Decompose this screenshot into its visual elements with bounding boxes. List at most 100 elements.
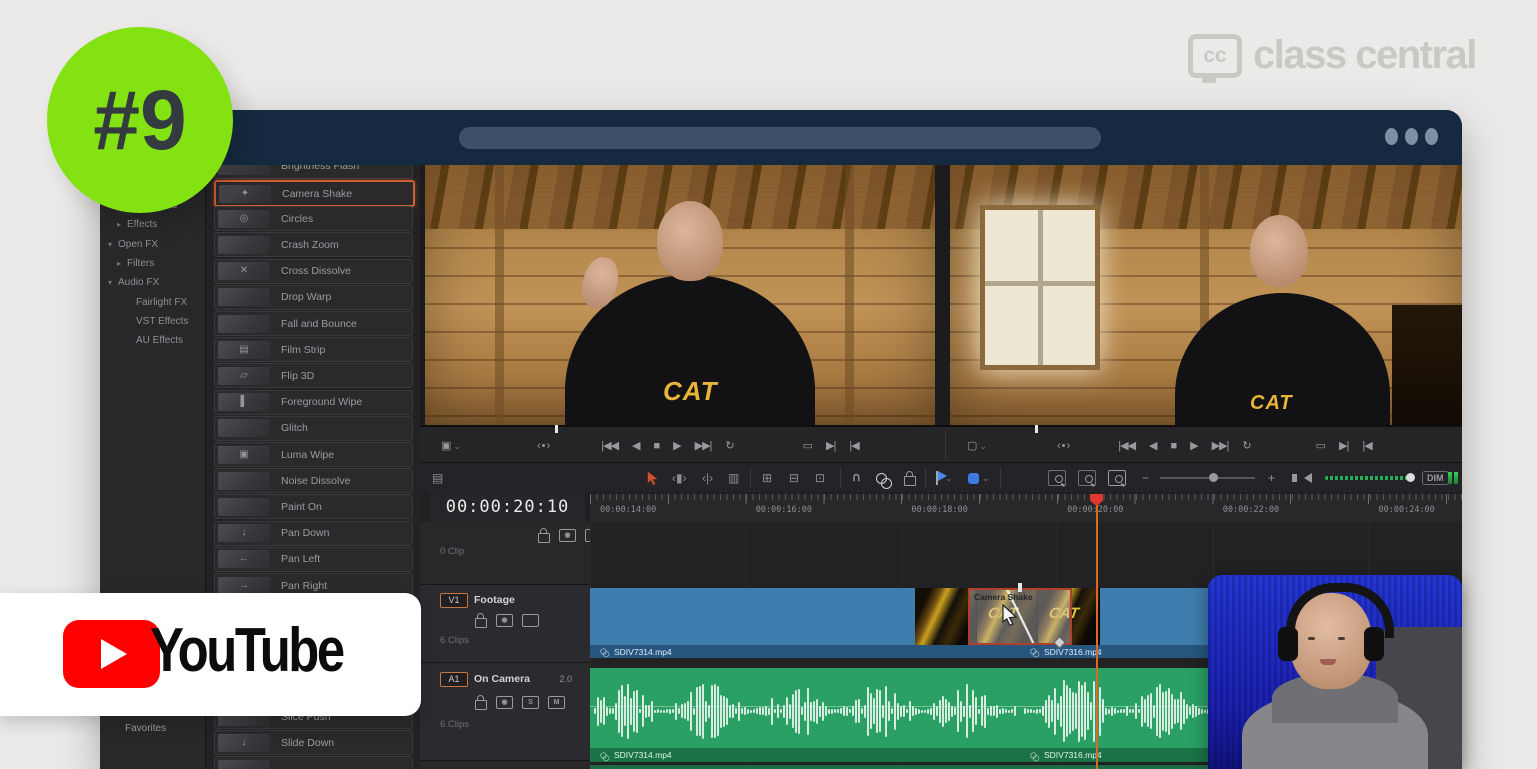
- step-back-button[interactable]: ◀: [1149, 439, 1156, 452]
- skip-end-button[interactable]: ▶▶|: [695, 439, 712, 452]
- zoom-detail-icon[interactable]: [1078, 463, 1104, 493]
- window-dot-icon[interactable]: [1425, 128, 1438, 145]
- track-enable-icon[interactable]: [522, 614, 539, 627]
- track-badge-v1[interactable]: V1: [440, 593, 468, 608]
- chevron-right-icon[interactable]: ▸: [117, 259, 127, 268]
- fx-item-noise-dissolve[interactable]: Noise Dissolve: [214, 468, 413, 493]
- track-header-v1[interactable]: V1 Footage ◉ 6 Clips: [420, 585, 590, 663]
- chevron-down-icon[interactable]: ▾: [108, 240, 118, 249]
- fx-item-fall-and-bounce[interactable]: Fall and Bounce: [214, 311, 413, 336]
- track-name[interactable]: On Camera: [474, 673, 530, 685]
- insert-clip-icon[interactable]: ⊞: [762, 463, 772, 493]
- play-button[interactable]: ▶: [673, 439, 680, 452]
- goto-last-button[interactable]: ▶|: [1339, 439, 1348, 452]
- window-dot-icon[interactable]: [1405, 128, 1418, 145]
- fx-item-cross-dissolve[interactable]: ✕Cross Dissolve: [214, 259, 413, 284]
- track-header-a1[interactable]: A1 On Camera 2.0 ◉ S M 6 Clips: [420, 663, 590, 761]
- chevron-down-icon[interactable]: ▾: [108, 278, 118, 287]
- stop-button[interactable]: ■: [654, 440, 660, 452]
- goto-first-button[interactable]: |◀: [849, 439, 858, 452]
- lock-icon[interactable]: [475, 700, 487, 710]
- loop-button[interactable]: ↻: [1242, 439, 1250, 452]
- flag-icon[interactable]: ⌄: [936, 463, 953, 493]
- fx-item-pan-down[interactable]: ↓Pan Down: [214, 521, 413, 546]
- auto-select-icon[interactable]: ◉: [559, 529, 576, 542]
- address-bar[interactable]: [459, 127, 1101, 149]
- in-out-range-button[interactable]: ▭: [1316, 439, 1325, 452]
- jog-control[interactable]: ‹ • ›: [1057, 440, 1069, 452]
- skip-start-button[interactable]: |◀◀: [601, 439, 618, 452]
- lock-icon[interactable]: [475, 618, 487, 628]
- tree-item-fairlight-fx[interactable]: Fairlight FX: [108, 292, 205, 311]
- track-name[interactable]: Footage: [474, 594, 515, 606]
- jog-control[interactable]: ‹ • ›: [537, 440, 549, 452]
- fx-item-glitch[interactable]: Glitch: [214, 416, 413, 441]
- auto-select-icon[interactable]: ◉: [496, 696, 513, 709]
- timeline-view-options-icon[interactable]: ▤: [432, 463, 443, 493]
- razor-edit-mode-icon[interactable]: ▥: [728, 463, 739, 493]
- trim-handle[interactable]: [1018, 583, 1022, 592]
- position-lock-icon[interactable]: [904, 463, 916, 493]
- goto-last-button[interactable]: ▶|: [826, 439, 835, 452]
- audio-clip-1[interactable]: SDIV7314.mp4: [590, 668, 1021, 762]
- tree-item-audio-fx[interactable]: ▾Audio FX: [108, 273, 205, 292]
- zoom-slider[interactable]: [1160, 463, 1255, 493]
- viewer-mode-icon[interactable]: ▢⌄: [967, 439, 986, 452]
- timeline-ruler[interactable]: 00:00:14:0000:00:16:0000:00:18:0000:00:2…: [590, 494, 1462, 523]
- tree-item-open-fx[interactable]: ▾Open FX: [108, 235, 205, 254]
- window-dot-icon[interactable]: [1385, 128, 1398, 145]
- marker-icon[interactable]: ⌄: [968, 463, 990, 493]
- overwrite-clip-icon[interactable]: ⊟: [789, 463, 799, 493]
- fx-item-drop-warp[interactable]: Drop Warp: [214, 285, 413, 310]
- lock-icon[interactable]: [538, 533, 550, 543]
- zoom-full-extent-icon[interactable]: [1048, 463, 1074, 493]
- trim-edit-mode-icon[interactable]: ‹▮›: [672, 463, 687, 493]
- playhead-line[interactable]: [1096, 494, 1098, 769]
- fx-item-paint-on[interactable]: Paint On: [214, 494, 413, 519]
- audio-volume-slider[interactable]: [1325, 463, 1413, 493]
- dim-audio-button[interactable]: DIM: [1422, 463, 1449, 493]
- in-out-range-button[interactable]: ▭: [803, 439, 812, 452]
- step-back-button[interactable]: ◀: [632, 439, 639, 452]
- selection-mode-icon[interactable]: [645, 463, 660, 493]
- fx-item-foreground-wipe[interactable]: ▌Foreground Wipe: [214, 390, 413, 415]
- zoom-custom-icon[interactable]: [1108, 463, 1134, 493]
- transition-camera-shake[interactable]: Camera Shake: [968, 588, 1072, 645]
- fx-item-slide-down[interactable]: ↓Slide Down: [214, 730, 413, 755]
- track-header-empty[interactable]: ◉ 0 Clip: [420, 522, 590, 585]
- zoom-in-button[interactable]: +: [1268, 463, 1275, 493]
- fx-item-luma-wipe[interactable]: ▣Luma Wipe: [214, 442, 413, 467]
- fx-item-circles[interactable]: ◎Circles: [214, 206, 413, 231]
- fx-item-brightness-flash[interactable]: Brightness Flash: [214, 165, 413, 179]
- mute-button[interactable]: M: [548, 696, 565, 709]
- tree-item-filters[interactable]: ▸Filters: [108, 254, 205, 273]
- audio-speaker-icon[interactable]: [1304, 463, 1312, 493]
- loop-button[interactable]: ↻: [725, 439, 733, 452]
- replace-clip-icon[interactable]: ⊡: [815, 463, 825, 493]
- fx-item-camera-shake[interactable]: ✦Camera Shake: [214, 180, 415, 207]
- skip-start-button[interactable]: |◀◀: [1118, 439, 1135, 452]
- tree-item-au-effects[interactable]: AU Effects: [108, 331, 205, 350]
- fx-item-pan-left[interactable]: ←Pan Left: [214, 547, 413, 572]
- track-badge-a1[interactable]: A1: [440, 672, 468, 687]
- play-button[interactable]: ▶: [1190, 439, 1197, 452]
- fx-item-crash-zoom[interactable]: Crash Zoom: [214, 232, 413, 257]
- zoom-out-button[interactable]: −: [1142, 463, 1149, 493]
- linked-selection-icon[interactable]: [876, 463, 887, 493]
- snapping-magnet-icon[interactable]: ∪: [852, 463, 861, 493]
- fx-item-flip-3d[interactable]: ▱Flip 3D: [214, 363, 413, 388]
- dynamic-trim-mode-icon[interactable]: ‹|›: [702, 463, 713, 493]
- fx-item-partial[interactable]: [214, 756, 413, 769]
- viewer-mode-icon[interactable]: ▣⌄: [441, 439, 460, 452]
- tree-item-vst-effects[interactable]: VST Effects: [108, 312, 205, 331]
- goto-first-button[interactable]: |◀: [1362, 439, 1371, 452]
- window-controls[interactable]: [1385, 128, 1438, 145]
- tree-item-effects[interactable]: ▸Effects: [108, 215, 205, 234]
- fx-item-film-strip[interactable]: ▤Film Strip: [214, 337, 413, 362]
- sidebar-item-favorites[interactable]: Favorites: [125, 723, 166, 734]
- skip-end-button[interactable]: ▶▶|: [1212, 439, 1229, 452]
- chevron-right-icon[interactable]: ▸: [117, 220, 127, 229]
- solo-button[interactable]: S: [522, 696, 539, 709]
- auto-select-icon[interactable]: ◉: [496, 614, 513, 627]
- stop-button[interactable]: ■: [1171, 440, 1177, 452]
